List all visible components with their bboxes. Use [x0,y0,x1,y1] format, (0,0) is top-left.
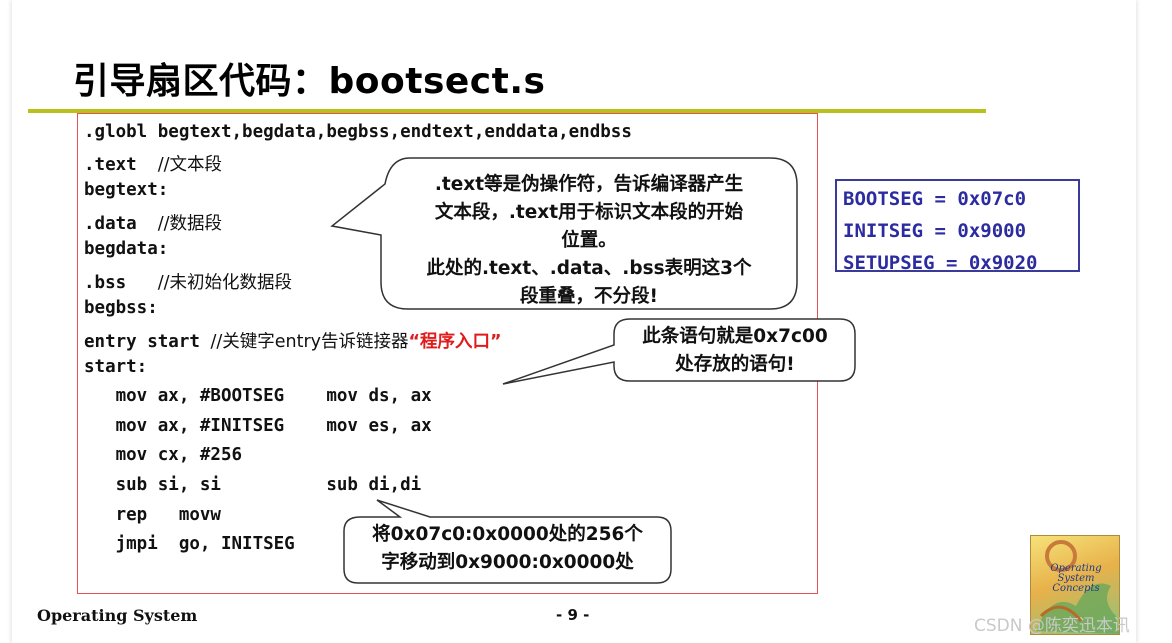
watermark: CSDN @陈奕迅本讯 [974,616,1130,636]
book-cover-title: Operating System Concepts [1050,563,1102,594]
callout-text-note: .text等是伪操作符，告诉编译器产生 文本段，.text用于标识文本段的开始 … [426,174,752,307]
footer-course-name: Operating System [37,606,198,625]
page-number: - 9 - [556,606,590,624]
callout-move-note: 将0x07c0:0x0000处的256个 字移动到0x9000:0x0000处 [372,524,643,573]
callout-addr-note: 此条语句就是0x7c00 处存放的语句! [642,326,828,375]
